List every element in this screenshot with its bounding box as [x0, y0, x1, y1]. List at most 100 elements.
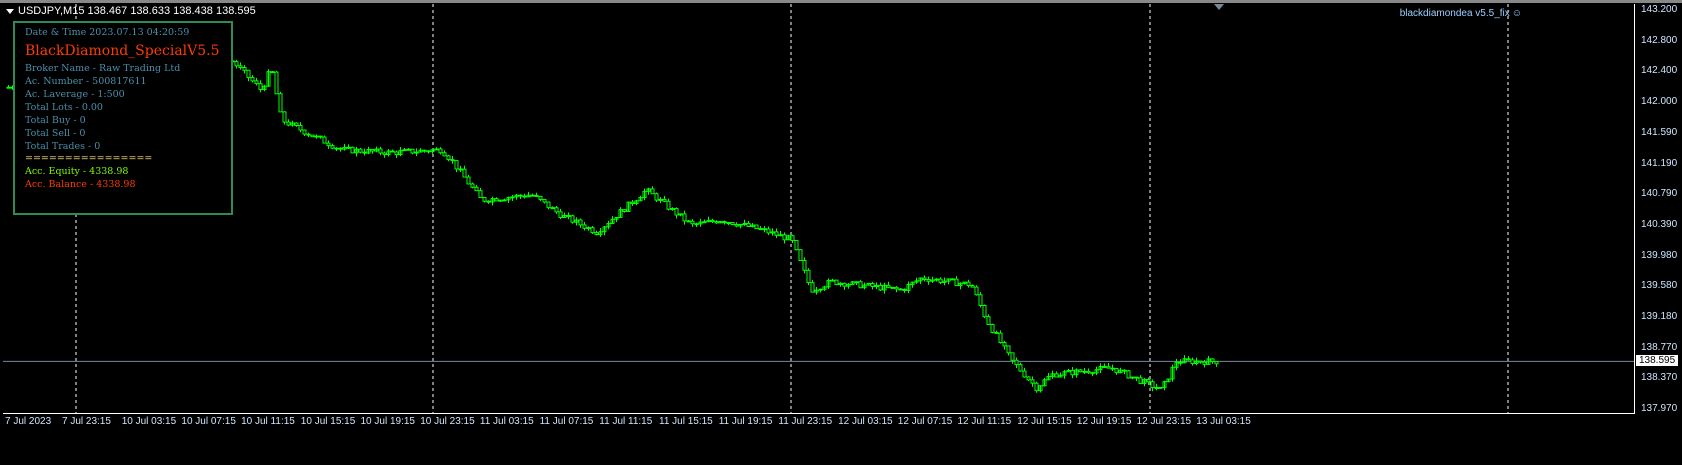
time-tick-label: 7 Jul 2023: [5, 416, 52, 427]
candle-body: [6, 86, 11, 89]
candle-body: [870, 282, 875, 287]
candle-body: [474, 186, 479, 192]
candle-body: [1202, 361, 1207, 365]
candle-body: [982, 304, 987, 318]
candle-body: [730, 222, 735, 226]
candle-body: [1002, 342, 1007, 347]
candle-body: [726, 222, 731, 225]
price-tick-label: 142.400: [1641, 65, 1678, 77]
candle-body: [922, 277, 927, 280]
candle-body: [494, 198, 499, 202]
ea-name-label[interactable]: blackdiamondea v5.5_fix ☺: [1400, 8, 1522, 19]
price-tick-label: 139.580: [1641, 280, 1678, 292]
time-tick-label: 10 Jul 07:15: [181, 416, 236, 427]
candle-body: [446, 155, 451, 161]
candle-body: [538, 195, 543, 200]
candle-body: [734, 224, 739, 227]
candle-body: [842, 282, 847, 287]
account-text: Ac. Number - 500817611: [25, 76, 147, 87]
candle-body: [990, 323, 995, 333]
candle-body: [482, 197, 487, 202]
candle-body: [1110, 367, 1115, 370]
candle-body: [454, 160, 459, 170]
candle-body: [666, 200, 671, 210]
candle-body: [650, 188, 655, 195]
equity-text: Acc. Equity - 4338.98: [25, 166, 129, 177]
total-sell-text: Total Sell - 0: [25, 128, 86, 139]
candle-body: [1126, 370, 1131, 379]
candle-body: [554, 207, 559, 213]
time-tick-label: 10 Jul 03:15: [121, 416, 177, 427]
candle-body: [522, 195, 527, 198]
chart-window: USDJPY,M15 138.467 138.633 138.438 138.5…: [0, 0, 1682, 465]
time-tick-label: 11 Jul 23:15: [778, 416, 833, 427]
candle-body: [674, 208, 679, 216]
candle-body: [858, 281, 863, 289]
candle-body: [670, 208, 675, 211]
symbol-header[interactable]: USDJPY,M15 138.467 138.633 138.438 138.5…: [6, 5, 256, 17]
price-tick-label: 142.000: [1641, 96, 1678, 108]
price-tick-label: 140.790: [1641, 188, 1678, 200]
candle-body: [746, 222, 751, 228]
candle-body: [390, 150, 395, 153]
candle-body: [254, 80, 259, 85]
candle-body: [286, 121, 291, 126]
candle-body: [326, 142, 331, 147]
price-chart[interactable]: [3, 4, 1635, 414]
candle-body: [1054, 373, 1059, 378]
candle-body: [586, 227, 591, 230]
candle-body: [830, 279, 835, 282]
candle-body: [974, 286, 979, 296]
candle-body: [478, 190, 483, 199]
candle-body: [1134, 376, 1139, 379]
candle-body: [462, 168, 467, 178]
time-tick-label: 10 Jul 15:15: [300, 416, 356, 427]
candle-body: [1018, 364, 1023, 372]
candle-body: [806, 269, 811, 284]
time-tick-label: 12 Jul 23:15: [1136, 416, 1192, 427]
candle-body: [282, 111, 287, 123]
candle-body: [1210, 358, 1215, 363]
candle-body: [878, 284, 883, 291]
candle-body: [782, 234, 787, 241]
candle-body: [998, 332, 1003, 344]
candle-body: [1006, 345, 1011, 354]
candle-body: [714, 221, 719, 224]
candle-body: [622, 209, 627, 212]
candle-body: [306, 133, 311, 136]
candle-body: [358, 148, 363, 153]
candle-body: [690, 220, 695, 225]
shift-marker-icon[interactable]: [1214, 4, 1224, 10]
time-tick-label: 11 Jul 19:15: [718, 416, 773, 427]
dropdown-triangle-icon[interactable]: [6, 8, 14, 14]
candle-body: [802, 259, 807, 271]
candle-body: [1178, 361, 1183, 364]
candle-body: [1034, 382, 1039, 392]
time-tick-label: 12 Jul 19:15: [1076, 416, 1132, 427]
time-tick-label: 7 Jul 23:15: [62, 416, 111, 427]
candle-body: [338, 147, 343, 150]
candle-body: [790, 235, 795, 241]
symbol-label: USDJPY,M15: [18, 5, 85, 17]
candle-body: [578, 219, 583, 226]
price-tick-label: 141.190: [1641, 157, 1678, 169]
candle-body: [774, 231, 779, 236]
candle-body: [410, 148, 415, 154]
candle-body: [434, 148, 439, 151]
smiley-icon: ☺: [1511, 8, 1522, 19]
candle-body: [498, 199, 503, 202]
candle-body: [502, 199, 507, 202]
candle-body: [426, 150, 431, 153]
candle-body: [1190, 359, 1195, 365]
candle-body: [370, 149, 375, 152]
ohlc-values: 138.467 138.633 138.438 138.595: [87, 5, 256, 17]
datetime-text: Date & Time 2023.07.13 04:20:59: [25, 27, 190, 38]
candle-body: [250, 77, 255, 82]
candle-body: [362, 151, 367, 154]
candle-body: [270, 71, 275, 74]
price-tick-label: 142.800: [1641, 34, 1678, 46]
ea-title: BlackDiamond_SpecialV5.5: [25, 43, 220, 59]
leverage-text: Ac. Laverage - 1:500: [25, 89, 125, 100]
candle-body: [1030, 379, 1035, 384]
time-tick-label: 10 Jul 11:15: [241, 416, 295, 427]
